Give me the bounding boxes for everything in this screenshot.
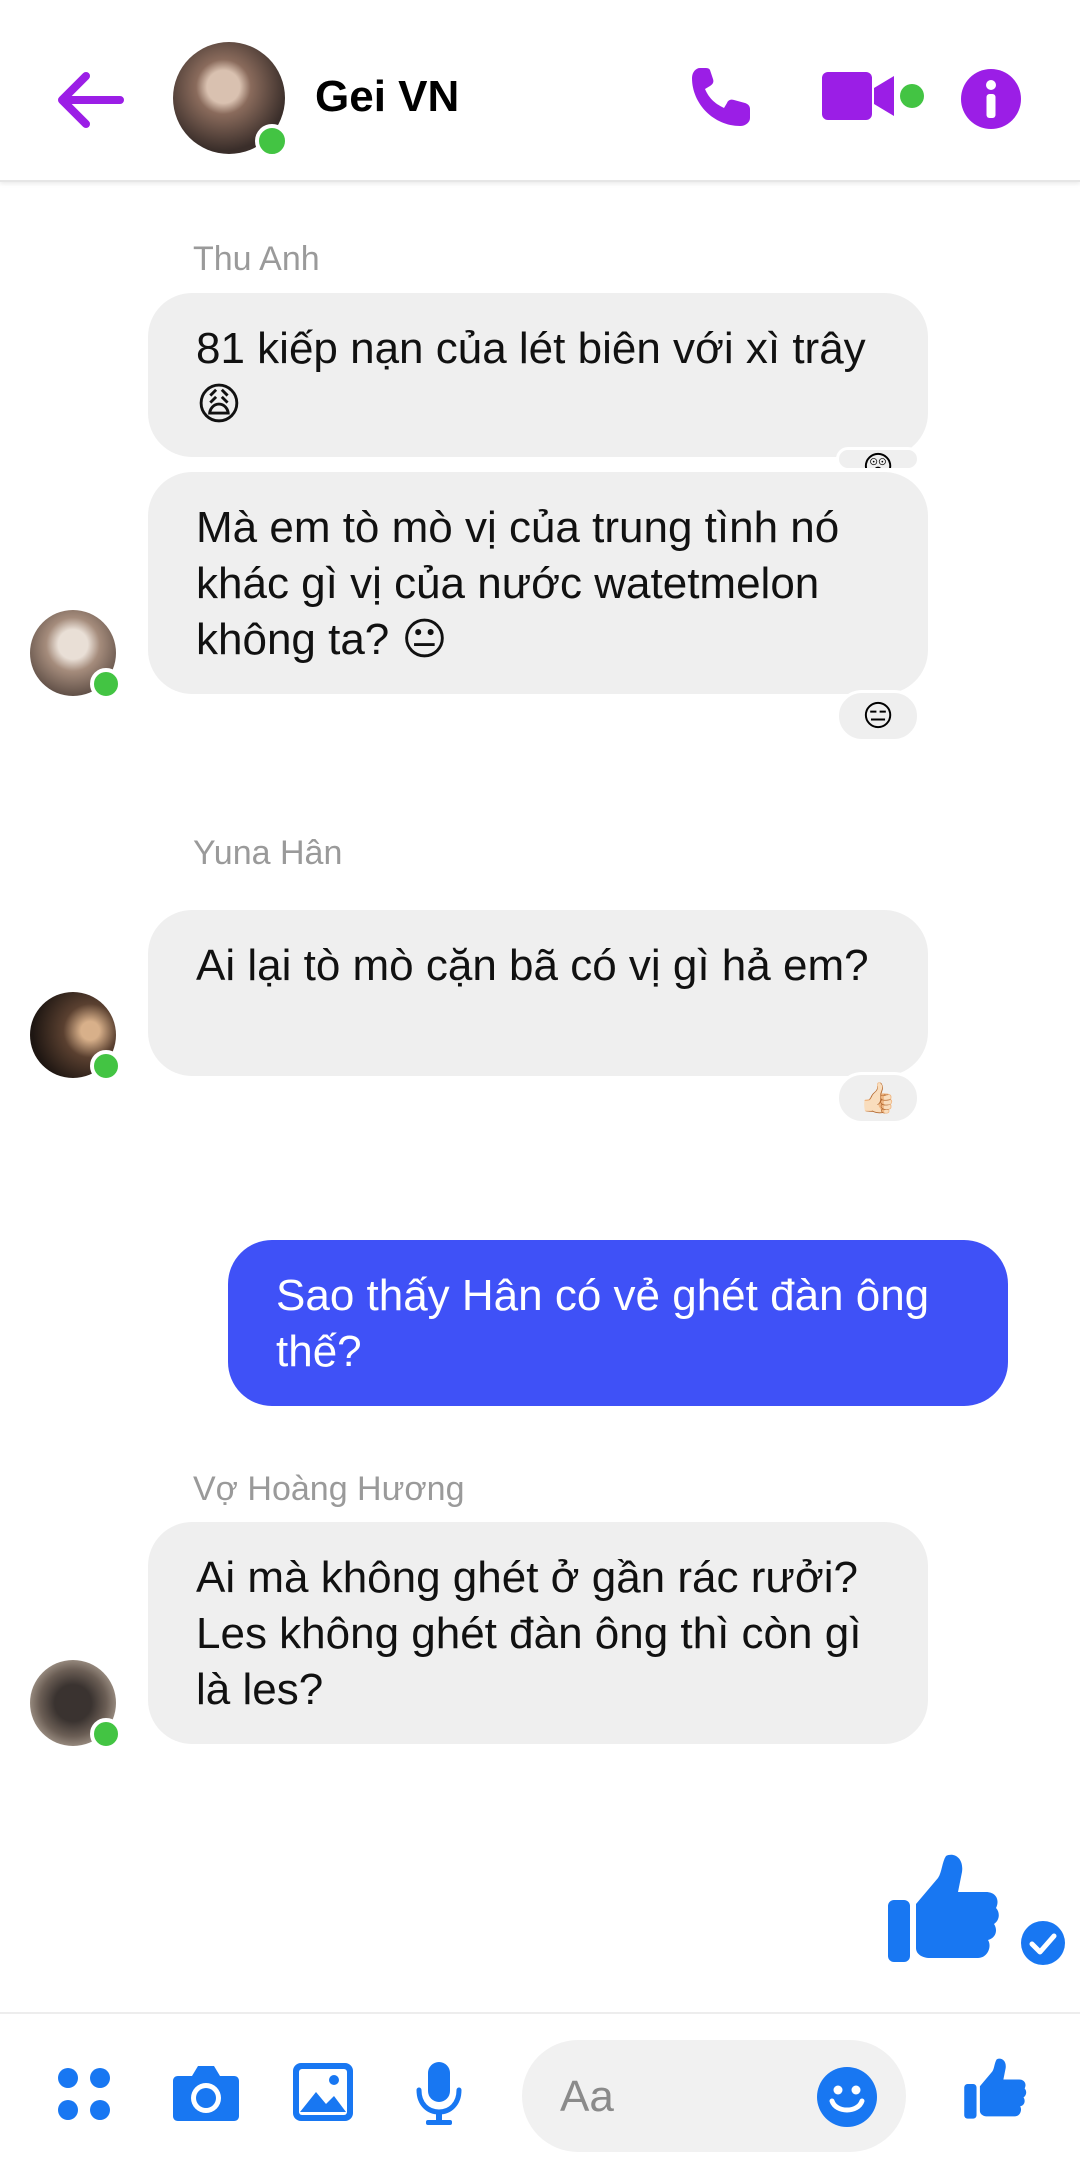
video-call-icon[interactable] (820, 62, 930, 132)
avatar[interactable] (30, 1660, 122, 1750)
composer-bar (0, 2012, 1080, 2166)
camera-icon[interactable] (172, 2062, 240, 2122)
like-button-icon[interactable] (962, 2056, 1028, 2122)
message-input-container[interactable] (522, 2040, 906, 2152)
avatar[interactable] (30, 610, 122, 700)
sender-name: Yuna Hân (193, 834, 343, 872)
online-indicator (90, 1718, 122, 1750)
sender-name: Vợ Hoàng Hương (193, 1470, 465, 1508)
chat-title[interactable]: Gei VN (315, 72, 459, 122)
online-indicator (255, 124, 289, 158)
my-message-bubble[interactable]: Sao thấy Hân có vẻ ghét đàn ông thế? (228, 1240, 1008, 1406)
message-bubble[interactable]: Ai lại tò mò cặn bã có vị gì hả em? (148, 910, 928, 1076)
microphone-icon[interactable] (414, 2060, 464, 2126)
reaction-badge[interactable]: 👍🏻 (836, 1072, 920, 1124)
apps-grid-icon[interactable] (56, 2066, 112, 2122)
online-indicator (90, 668, 122, 700)
group-avatar[interactable] (173, 42, 289, 158)
online-indicator (90, 1050, 122, 1082)
message-bubble[interactable]: Ai mà không ghét ở gần rác rưởi? Les khô… (148, 1522, 928, 1744)
reaction-badge[interactable]: 😲 (836, 447, 920, 471)
seen-check-icon (1021, 1921, 1065, 1965)
info-icon[interactable] (960, 68, 1022, 130)
emoji-icon[interactable] (816, 2066, 878, 2128)
avatar[interactable] (30, 992, 122, 1082)
message-input[interactable] (558, 2068, 802, 2126)
thumbs-up-icon[interactable] (884, 1850, 1002, 1968)
message-bubble[interactable]: 81 kiếp nạn của lét biên với xì trây 😩 (148, 293, 928, 457)
back-arrow-icon[interactable] (50, 60, 130, 140)
message-bubble[interactable]: Mà em tò mò vị của trung tình nó khác gì… (148, 472, 928, 694)
phone-call-icon[interactable] (686, 62, 756, 132)
reaction-badge[interactable]: 😑 (836, 690, 920, 742)
sender-name: Thu Anh (193, 240, 320, 278)
image-gallery-icon[interactable] (292, 2062, 354, 2122)
chat-header: Gei VN (0, 0, 1080, 182)
